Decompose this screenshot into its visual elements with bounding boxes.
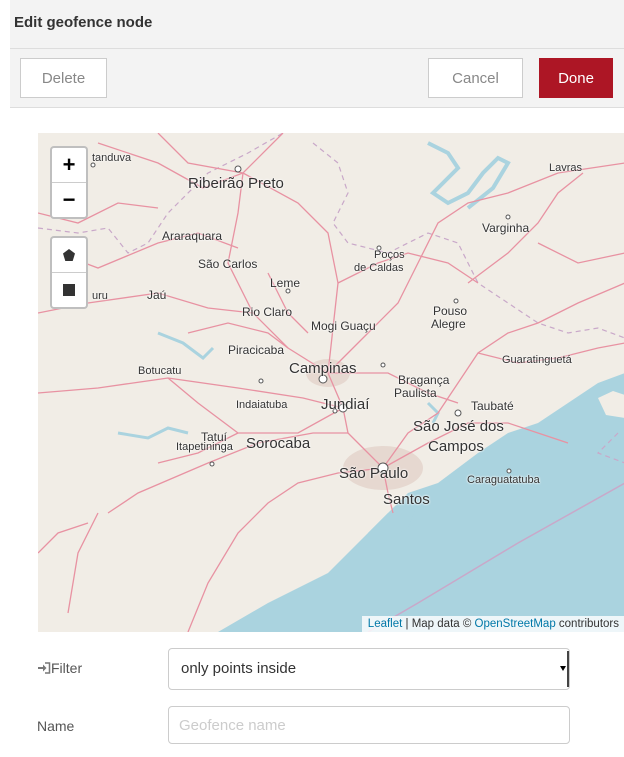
label-leme: Leme [270,276,301,290]
draw-rectangle-button[interactable] [52,272,86,307]
label-alegre: Alegre [431,317,466,331]
zoom-out-button[interactable]: − [52,182,86,217]
label-campinas: Campinas [289,360,357,377]
map-view[interactable]: tanduva Ribeirão Preto Lavras Varginha A… [38,133,624,632]
draw-toolbar [50,236,88,309]
label-mogi-guacu: Mogi Guaçu [311,319,376,333]
filter-select[interactable]: only points inside [168,648,570,690]
sign-in-icon [38,662,51,674]
label-paulista: Paulista [394,386,437,400]
label-caraguatatuba: Caraguatatuba [467,474,540,486]
label-sao-jose-dos: São José dos [413,418,504,435]
name-label: Name [37,718,75,734]
tray-toolbar: Delete Cancel Done [10,49,624,108]
filter-label: Filter [37,660,82,676]
label-bauru: uru [92,290,108,302]
label-rio-claro: Rio Claro [242,305,293,319]
map-tiles [38,133,624,632]
label-taubate: Taubaté [471,399,514,413]
attribution-suffix: contributors [555,618,619,630]
label-lavras: Lavras [549,162,583,174]
label-jau: Jaú [147,288,167,302]
filter-label-text: Filter [51,660,83,676]
label-varginha: Varginha [482,221,530,235]
label-campos: Campos [428,438,484,455]
edit-tray: Edit geofence node Delete Cancel Done ta… [10,0,624,757]
label-pouso: Pouso [433,304,468,318]
done-button[interactable]: Done [539,58,613,98]
label-guaratingueta: Guaratinguetá [502,354,572,366]
attribution-separator: | Map data © [402,618,475,630]
label-ribeirao-preto: Ribeirão Preto [188,175,284,192]
label-sorocaba: Sorocaba [246,435,311,452]
label-jundiai: Jundiaí [321,396,370,413]
label-catanduva: tanduva [92,152,132,164]
label-de-caldas: de Caldas [354,262,404,274]
name-input[interactable] [168,706,570,744]
label-sao-paulo: São Paulo [339,465,409,482]
map-attribution: Leaflet | Map data © OpenStreetMap contr… [361,616,624,632]
cancel-button[interactable]: Cancel [428,58,523,98]
zoom-control: + − [50,146,88,219]
label-itapetininga: Itapetininga [176,441,233,453]
label-araraquara: Araraquara [162,229,223,243]
zoom-in-button[interactable]: + [52,148,86,182]
label-indaiatuba: Indaiatuba [236,399,288,411]
label-braganca: Bragança [398,373,450,387]
tray-header: Edit geofence node [10,0,624,49]
delete-button[interactable]: Delete [20,58,107,98]
square-icon [63,284,75,296]
label-botucatu: Botucatu [138,365,182,377]
label-sao-carlos: São Carlos [198,257,258,271]
draw-polygon-button[interactable] [52,238,86,272]
tray-title: Edit geofence node [14,14,153,31]
chevron-down-icon [560,666,566,671]
label-santos: Santos [383,491,430,508]
label-piracicaba: Piracicaba [228,343,285,357]
select-edge [567,651,569,687]
openstreetmap-link[interactable]: OpenStreetMap [475,618,556,630]
label-pocos: Poços [374,249,405,261]
filter-select-value: only points inside [181,660,297,677]
leaflet-link[interactable]: Leaflet [368,618,403,630]
pentagon-icon [63,249,75,261]
